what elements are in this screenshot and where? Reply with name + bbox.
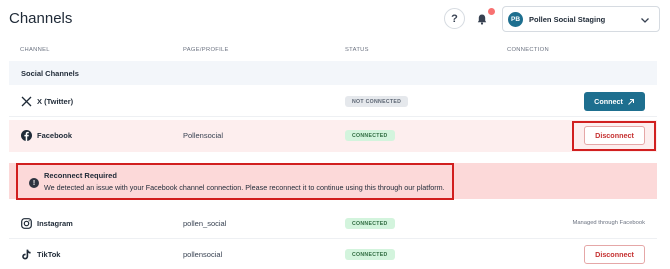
channel-profile: pollen_social (183, 219, 227, 228)
avatar: PB (508, 11, 523, 27)
tiktok-icon (22, 249, 31, 260)
column-header-connection: CONNECTION (507, 47, 549, 53)
channel-profile: pollensocial (183, 250, 223, 259)
channel-profile: Pollensocial (183, 131, 224, 140)
column-header-channel: CHANNEL (20, 47, 50, 53)
external-link-icon (628, 98, 634, 105)
table-row-instagram: Instagram pollen_social CONNECTED Manage… (9, 209, 657, 239)
bell-icon (477, 14, 487, 25)
status-badge: CONNECTED (345, 130, 395, 141)
help-icon: ? (451, 12, 458, 25)
instagram-icon (21, 218, 32, 229)
account-selector[interactable]: PB Pollen Social Staging (502, 6, 660, 32)
channel-name: X (Twitter) (37, 97, 74, 106)
chevron-down-icon (641, 18, 649, 23)
disconnect-button[interactable]: Disconnect (584, 245, 645, 264)
table-row-x-twitter: X (Twitter) NOT CONNECTED Connect (9, 87, 657, 117)
column-header-status: STATUS (345, 47, 369, 53)
managed-note: Managed through Facebook (572, 220, 645, 226)
facebook-icon (21, 130, 32, 141)
page-title: Channels (9, 10, 73, 27)
account-name: Pollen Social Staging (529, 14, 606, 24)
status-badge: CONNECTED (345, 218, 395, 229)
highlight-disconnect (572, 121, 656, 151)
column-header-profile: PAGE/PROFILE (183, 47, 229, 53)
section-header-social-channels: Social Channels (9, 61, 657, 85)
status-badge: CONNECTED (345, 249, 395, 260)
help-button[interactable]: ? (444, 8, 465, 29)
notification-badge (488, 8, 495, 15)
table-row-tiktok: TikTok pollensocial CONNECTED Disconnect (9, 240, 657, 269)
table-row-facebook: Facebook Pollensocial CONNECTED Disconne… (9, 120, 657, 152)
channel-name: TikTok (37, 250, 61, 259)
highlight-alert (16, 163, 454, 200)
connect-button[interactable]: Connect (584, 92, 645, 111)
status-badge: NOT CONNECTED (345, 96, 409, 107)
channel-name: Facebook (37, 131, 73, 140)
connect-label: Connect (594, 97, 623, 106)
x-twitter-icon (21, 96, 32, 107)
channel-name: Instagram (37, 219, 73, 228)
